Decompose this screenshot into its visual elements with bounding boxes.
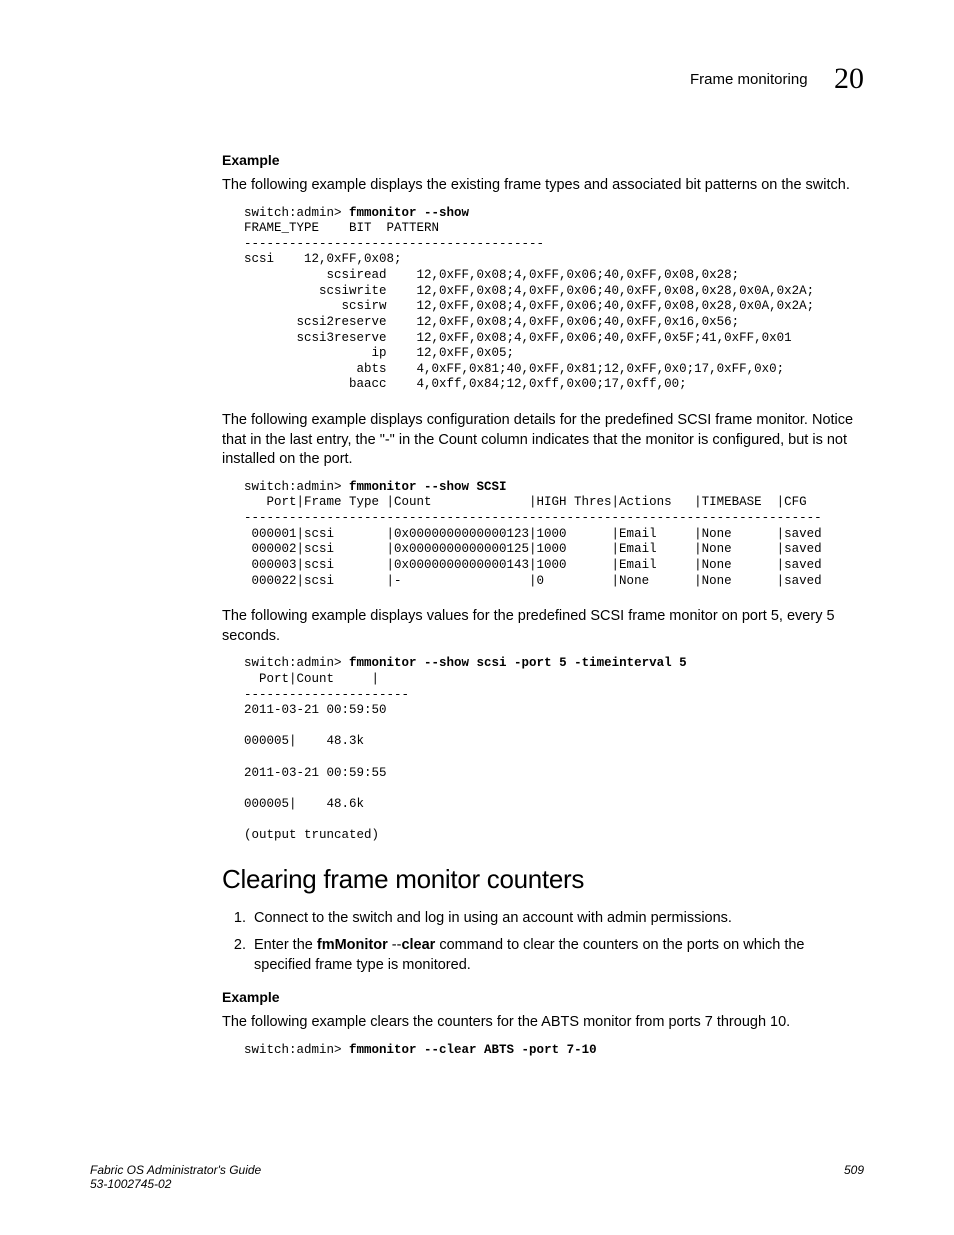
footer-doc-number: 53-1002745-02	[90, 1177, 261, 1191]
para-intro-3: The following example displays values fo…	[222, 607, 864, 646]
example-label-1: Example	[222, 152, 864, 168]
code-block-4: switch:admin> fmmonitor --clear ABTS -po…	[244, 1043, 864, 1059]
step-2: Enter the fmMonitor --clear command to c…	[250, 936, 864, 975]
code-block-2: switch:admin> fmmonitor --show SCSI Port…	[244, 480, 864, 589]
steps-list: Connect to the switch and log in using a…	[222, 909, 864, 976]
step-1: Connect to the switch and log in using a…	[250, 909, 864, 929]
example-label-2: Example	[222, 989, 864, 1005]
footer-page-number: 509	[844, 1163, 864, 1177]
para-intro-2: The following example displays configura…	[222, 411, 864, 470]
para-clear-example: The following example clears the counter…	[222, 1013, 864, 1033]
section-heading-clearing: Clearing frame monitor counters	[222, 864, 864, 895]
code-block-3: switch:admin> fmmonitor --show scsi -por…	[244, 656, 864, 844]
para-intro-1: The following example displays the exist…	[222, 176, 864, 196]
page-footer: Fabric OS Administrator's Guide 53-10027…	[90, 1163, 864, 1191]
header-section-title: Frame monitoring	[690, 71, 808, 88]
code-block-1: switch:admin> fmmonitor --show FRAME_TYP…	[244, 206, 864, 394]
header-chapter-number: 20	[834, 62, 864, 95]
page-header: Frame monitoring 20	[222, 62, 864, 96]
footer-guide-title: Fabric OS Administrator's Guide	[90, 1163, 261, 1177]
